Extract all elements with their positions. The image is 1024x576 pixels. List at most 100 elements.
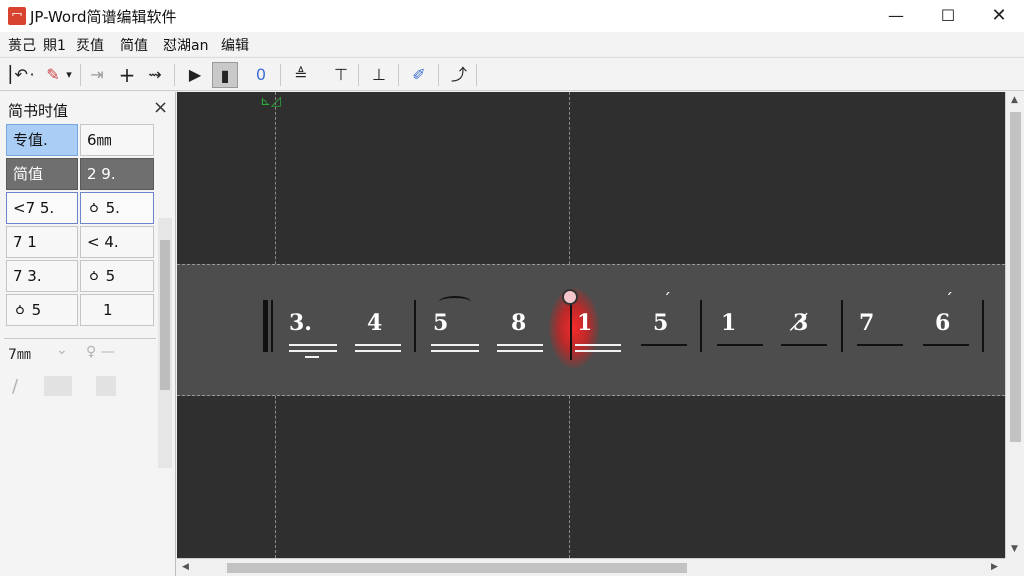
duration-cell[interactable]: 7 1: [6, 226, 78, 258]
arrow-icon[interactable]: ⇝: [142, 62, 168, 88]
duration-cell[interactable]: 简值: [6, 158, 78, 190]
horizontal-scrollbar-thumb[interactable]: [227, 563, 687, 573]
note[interactable]: 5: [433, 310, 448, 336]
panel-scrollbar-thumb[interactable]: [160, 240, 170, 390]
barline: [700, 300, 702, 352]
playhead-line: [570, 296, 572, 360]
playhead-handle[interactable]: [562, 289, 578, 305]
duration-cell[interactable]: <7 5.: [6, 192, 78, 224]
scroll-up-icon[interactable]: ▲: [1011, 95, 1018, 105]
scroll-down-icon[interactable]: ▼: [1011, 544, 1018, 554]
underline: [923, 344, 969, 346]
duration-cell[interactable]: < 4.: [80, 226, 154, 258]
align-up-icon[interactable]: ≜: [288, 62, 314, 88]
panel-scrollbar[interactable]: [158, 218, 172, 468]
menu-bar: 蒉己 賏1 烎值 简值 怼湖an 编辑: [0, 32, 1024, 56]
note[interactable]: 1: [721, 310, 736, 336]
curve-icon[interactable]: ⤴: [446, 62, 472, 88]
duration-panel: 简书时值 × 专值. 6㎜ 简值 2 9. <7 5. ㆁ 5. 7 1 < 4…: [0, 92, 176, 576]
title-bar: 冖 JP-Word简谱编辑软件 — ☐ ✕: [0, 0, 1024, 32]
note[interactable]: 6: [935, 310, 950, 336]
anchor-mark-icon: ⊾◿: [260, 94, 281, 109]
note[interactable]: 7: [859, 310, 874, 336]
underline: [305, 356, 319, 358]
note-selected[interactable]: 1: [577, 310, 592, 336]
underline: [717, 344, 763, 346]
pen-icon[interactable]: ✐: [406, 62, 432, 88]
underline: [575, 344, 621, 346]
barline: [414, 300, 416, 352]
toolbar-divider: [476, 64, 477, 86]
start-barline: [263, 300, 268, 352]
panel-close-icon[interactable]: ×: [153, 97, 168, 118]
toolbar-divider: [438, 64, 439, 86]
underline: [497, 350, 543, 352]
scroll-right-icon[interactable]: ▶: [991, 562, 998, 572]
plus-icon[interactable]: +: [114, 62, 140, 88]
duration-cell[interactable]: 专值.: [6, 124, 78, 156]
note[interactable]: 8: [511, 310, 526, 336]
underline: [575, 350, 621, 352]
duration-cell[interactable]: 2 9.: [80, 158, 154, 190]
menu-edit[interactable]: 賏1: [43, 35, 66, 55]
note[interactable]: 4: [367, 310, 382, 336]
underline: [781, 344, 827, 346]
align-top-icon[interactable]: ⊤: [328, 62, 354, 88]
app-logo-icon: 冖: [8, 7, 26, 25]
menu-file[interactable]: 蒉己: [8, 35, 36, 55]
align-bottom-icon[interactable]: ⊥: [366, 62, 392, 88]
maximize-button[interactable]: ☐: [925, 0, 971, 32]
app-window: 冖 JP-Word简谱编辑软件 — ☐ ✕ 蒉己 賏1 烎值 简值 怼湖an 编…: [0, 0, 1024, 576]
vertical-scrollbar[interactable]: ▲ ▼: [1005, 92, 1024, 558]
underline: [431, 344, 479, 346]
panel-title: 简书时值: [8, 102, 69, 120]
zero-icon[interactable]: 0: [248, 62, 274, 88]
underline: [355, 350, 401, 352]
tie-mark: [439, 296, 471, 308]
note[interactable]: 3.: [289, 310, 312, 336]
disabled-button[interactable]: [96, 376, 116, 396]
barline: [841, 300, 843, 352]
disabled-button[interactable]: [44, 376, 72, 396]
accent-mark: ˊ: [945, 290, 953, 309]
redo-icon[interactable]: ⇥: [84, 62, 110, 88]
underline: [641, 344, 687, 346]
note[interactable]: 3̸: [793, 310, 808, 336]
menu-view[interactable]: 烎值: [76, 35, 104, 55]
panel-divider: [4, 338, 156, 339]
duration-cell[interactable]: ㆁ 5: [6, 294, 78, 326]
scroll-left-icon[interactable]: ◀: [182, 562, 189, 572]
barline: [271, 300, 273, 352]
menu-editor[interactable]: 编辑: [221, 35, 249, 55]
duration-field[interactable]: 7㎜: [8, 344, 31, 364]
note[interactable]: 5: [653, 310, 668, 336]
toolbar-divider: [398, 64, 399, 86]
duration-cell[interactable]: 6㎜: [80, 124, 154, 156]
barline: [982, 300, 984, 352]
key-selector[interactable]: ♀ —: [86, 344, 115, 360]
accent-mark: ˊ: [663, 290, 671, 309]
underline: [497, 344, 543, 346]
duration-cell[interactable]: 7 3.: [6, 260, 78, 292]
dropdown-icon[interactable]: ▾: [62, 62, 76, 88]
close-button[interactable]: ✕: [976, 0, 1022, 32]
minimize-button[interactable]: —: [873, 0, 919, 32]
underline: [289, 344, 337, 346]
underline: [289, 350, 337, 352]
toolbar-divider: [80, 64, 81, 86]
slash-icon[interactable]: /: [12, 376, 18, 397]
menu-tools[interactable]: 怼湖an: [163, 35, 208, 55]
window-title: JP-Word简谱编辑软件: [30, 8, 177, 26]
chevron-down-icon[interactable]: ⌄: [56, 342, 68, 358]
score-canvas[interactable]: ⊾◿ 3. 4 5 8 1 ˊ 5 1 3̸ 7 ˊ 6: [177, 92, 1005, 558]
horizontal-scrollbar[interactable]: ◀ ▶: [177, 558, 1005, 576]
duration-cell[interactable]: ㆁ 5.: [80, 192, 154, 224]
menu-notation[interactable]: 简值: [120, 35, 148, 55]
stop-icon[interactable]: ▮: [212, 62, 238, 88]
duration-cell[interactable]: 1: [80, 294, 154, 326]
duration-cell[interactable]: ㆁ 5: [80, 260, 154, 292]
vertical-scrollbar-thumb[interactable]: [1010, 112, 1021, 442]
play-icon[interactable]: ▶: [182, 62, 208, 88]
underline: [857, 344, 903, 346]
dot-icon[interactable]: ·: [26, 62, 38, 88]
